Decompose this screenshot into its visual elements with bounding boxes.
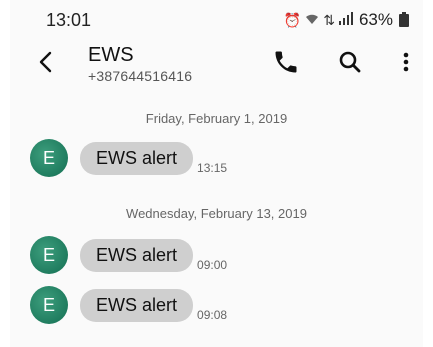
status-icons: ⏰ ⇅ 63% xyxy=(284,10,409,30)
wifi-icon xyxy=(305,12,319,28)
data-arrows-icon: ⇅ xyxy=(323,11,335,28)
date-separator: Wednesday, February 13, 2019 xyxy=(126,206,307,221)
signal-icon xyxy=(338,12,355,28)
message-bubble[interactable]: EWS alert xyxy=(80,141,194,175)
avatar[interactable]: E xyxy=(30,286,68,324)
call-button[interactable] xyxy=(272,48,300,76)
battery-icon xyxy=(399,11,409,27)
search-button[interactable] xyxy=(336,48,364,76)
messaging-screen: 13:01 ⏰ ⇅ 63% EWS +387644516416 Friday, … xyxy=(10,0,423,347)
alarm-icon: ⏰ xyxy=(283,11,302,28)
more-options-button[interactable] xyxy=(392,48,420,76)
contact-name: EWS xyxy=(88,44,134,66)
contact-number: +387644516416 xyxy=(88,68,193,84)
message-row[interactable]: E EWS alert 13:15 xyxy=(30,138,227,178)
status-time: 13:01 xyxy=(46,10,92,30)
avatar[interactable]: E xyxy=(30,236,68,274)
battery-percent: 63% xyxy=(358,10,393,29)
back-arrow-icon xyxy=(39,51,52,73)
more-vert-icon xyxy=(403,52,409,72)
status-bar: 13:01 ⏰ ⇅ 63% xyxy=(10,0,423,40)
phone-icon xyxy=(275,51,297,73)
message-time: 09:00 xyxy=(197,258,228,272)
avatar[interactable]: E xyxy=(30,139,68,177)
search-icon xyxy=(339,51,361,73)
conversation-header: EWS +387644516416 xyxy=(10,40,423,94)
message-bubble[interactable]: EWS alert xyxy=(80,288,194,322)
message-row[interactable]: E EWS alert 09:00 xyxy=(30,235,227,275)
message-row[interactable]: E EWS alert 09:08 xyxy=(30,285,227,325)
back-button[interactable] xyxy=(32,48,60,76)
message-time: 09:08 xyxy=(197,308,228,322)
message-bubble[interactable]: EWS alert xyxy=(80,238,194,272)
date-separator: Friday, February 1, 2019 xyxy=(145,111,288,126)
message-time: 13:15 xyxy=(197,161,228,175)
